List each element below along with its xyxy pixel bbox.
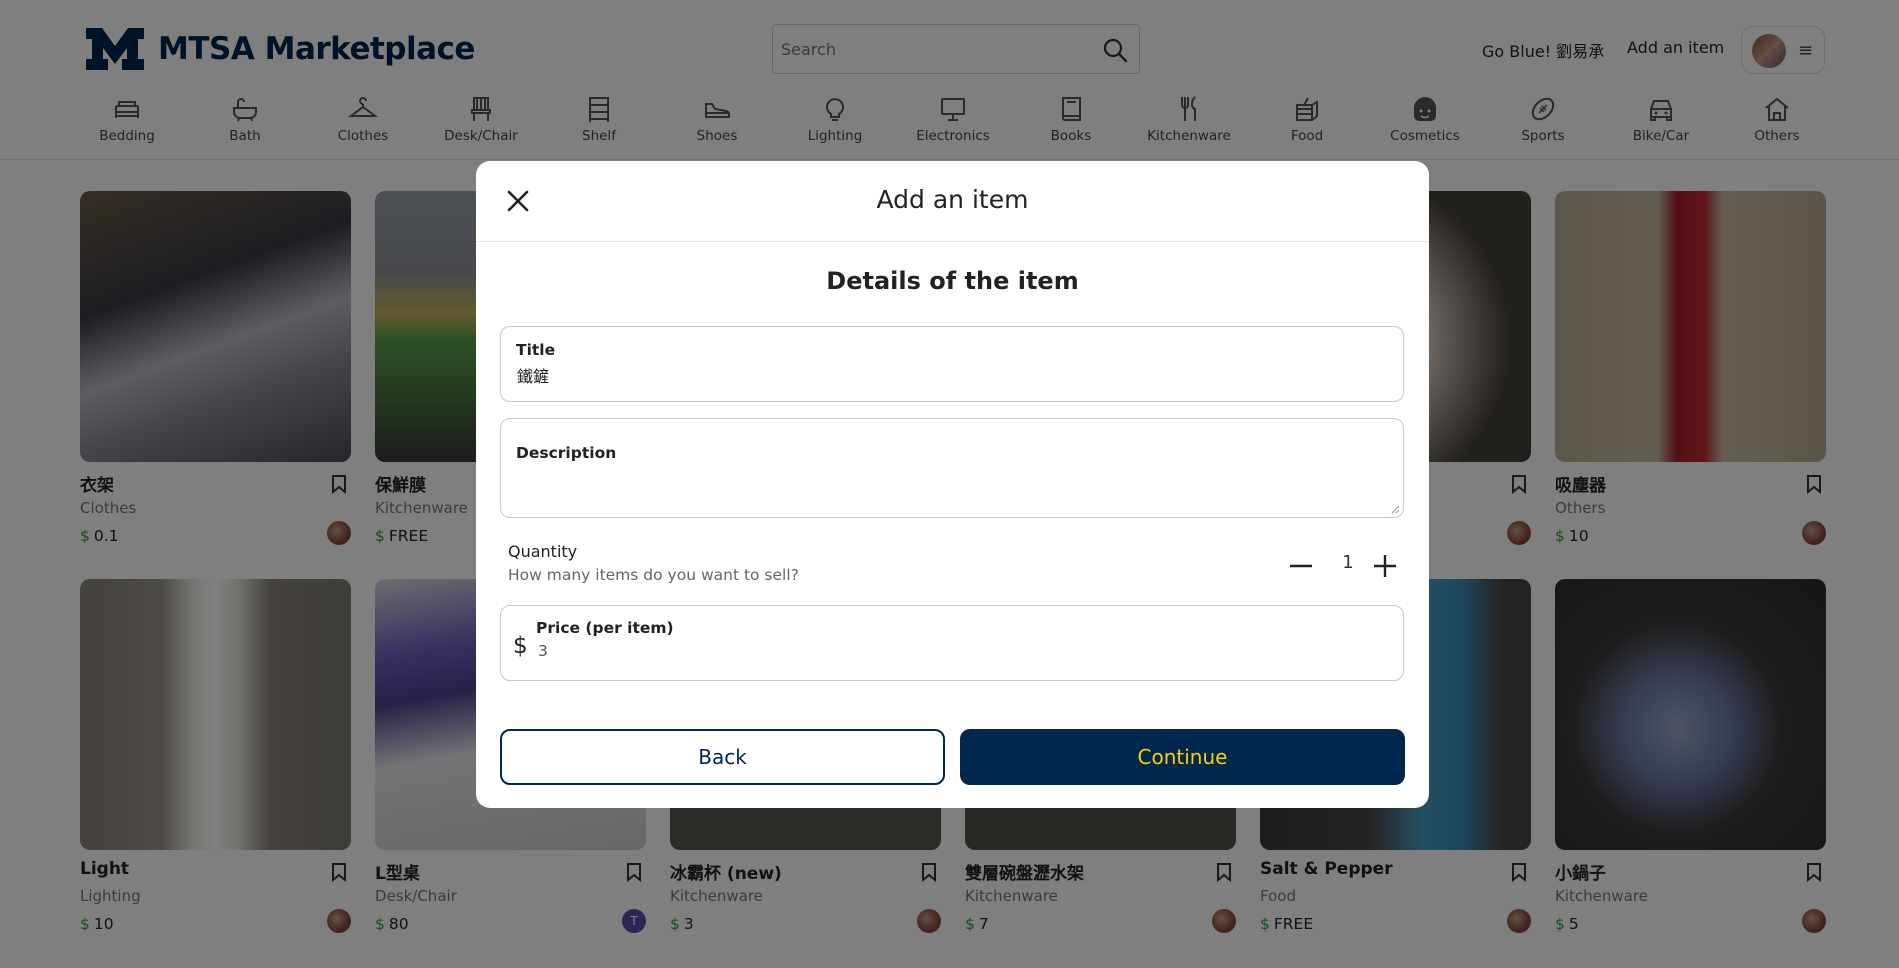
modal-title: Add an item [876,185,1029,214]
section-title: Details of the item [826,267,1079,295]
title-field[interactable]: Title 鐵鏟 [500,326,1404,402]
quantity-value: 1 [1342,552,1354,573]
quantity-decrement-button[interactable] [1288,553,1314,579]
resize-grip-icon[interactable] [1390,504,1400,514]
quantity-label: Quantity [508,542,578,561]
continue-button[interactable]: Continue [960,729,1405,785]
quantity-hint: How many items do you want to sell? [508,566,799,584]
add-item-modal: Add an item Details of the item Title 鐵鏟… [476,161,1429,808]
description-field[interactable]: Description [500,418,1404,518]
price-field[interactable]: $ Price (per item) 3 [500,605,1404,681]
back-button[interactable]: Back [500,729,945,785]
title-label: Title [516,341,556,359]
price-input[interactable]: 3 [538,642,548,660]
description-label: Description [516,444,617,462]
title-input[interactable]: 鐵鏟 [517,363,549,387]
dollar-sign: $ [513,633,528,659]
quantity-increment-button[interactable] [1372,553,1398,579]
price-label: Price (per item) [536,619,674,637]
modal-header: Add an item [476,161,1429,242]
